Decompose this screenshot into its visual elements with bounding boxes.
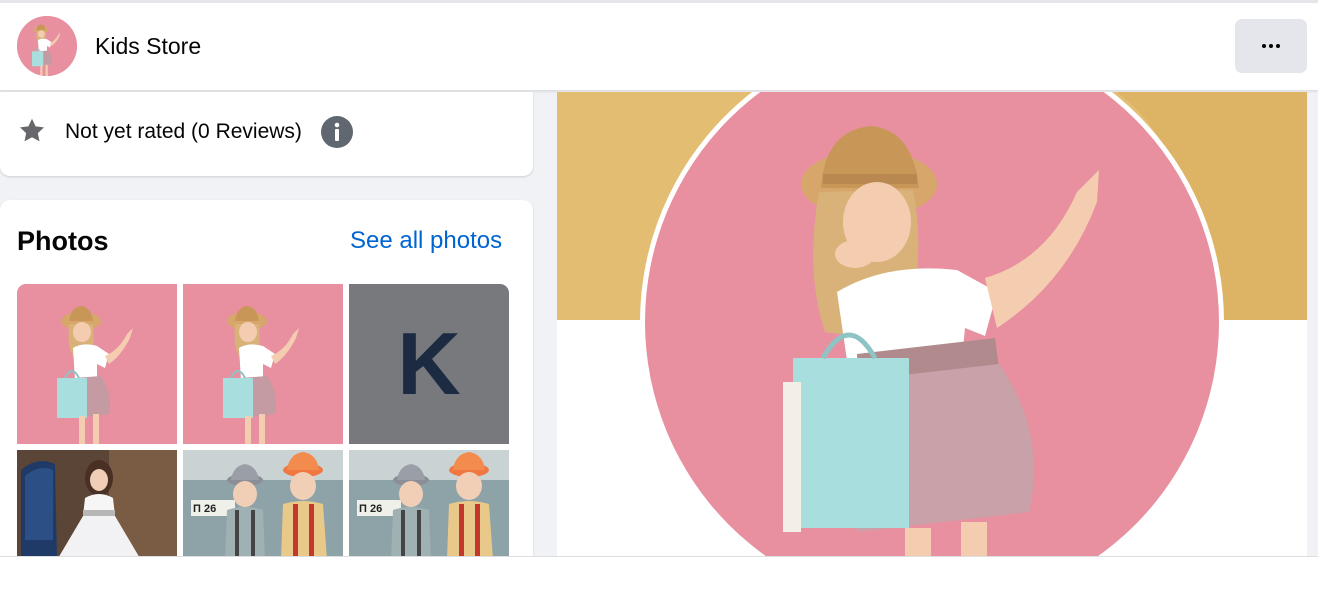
cover-area [557, 92, 1307, 562]
page-name[interactable]: Kids Store [95, 33, 201, 60]
page-header: Kids Store [0, 3, 1318, 91]
more-horizontal-icon [1262, 44, 1280, 48]
photo-thumbnail[interactable] [349, 450, 509, 560]
photo-thumbnail[interactable] [17, 284, 177, 444]
info-icon[interactable] [321, 116, 353, 148]
photo-thumbnail-k[interactable]: K [349, 284, 509, 444]
see-all-photos-link[interactable]: See all photos [350, 227, 502, 255]
photo-thumbnail[interactable] [17, 450, 177, 560]
page-avatar[interactable] [17, 16, 77, 76]
photos-title: Photos [17, 226, 109, 256]
cover-photo[interactable] [557, 92, 1307, 562]
photo-thumbnail[interactable] [183, 284, 343, 444]
photos-card: Photos See all photos K [0, 200, 533, 580]
rating-text: Not yet rated (0 Reviews) [65, 120, 302, 143]
photo-thumbnail[interactable] [183, 450, 343, 560]
bottom-bar [0, 556, 1318, 589]
rating-card: Not yet rated (0 Reviews) [0, 92, 533, 176]
star-icon [20, 118, 44, 142]
k-letter: K [397, 314, 461, 413]
more-options-button[interactable] [1235, 19, 1307, 73]
